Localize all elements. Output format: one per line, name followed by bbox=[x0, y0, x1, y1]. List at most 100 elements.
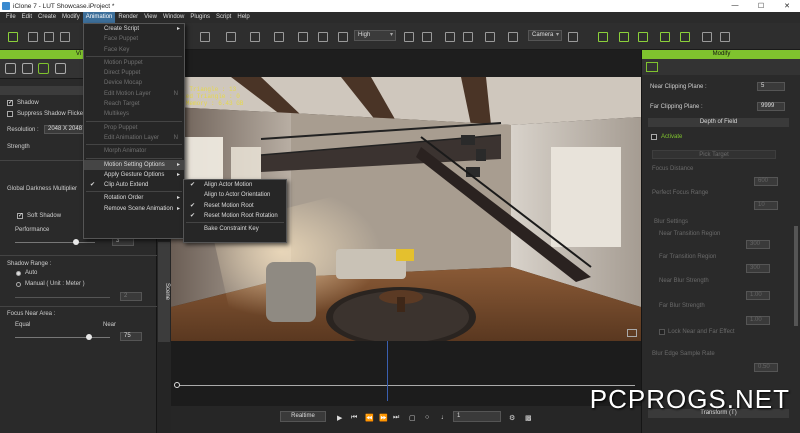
settings-gear-icon[interactable]: ⚙ bbox=[509, 414, 515, 422]
menu-item-apply-gesture-options[interactable]: Apply Gesture Options ▸ bbox=[84, 170, 184, 180]
auto-radio[interactable] bbox=[16, 271, 21, 276]
next-frame-icon[interactable]: ⏩ bbox=[379, 414, 388, 422]
focus-near-slider[interactable] bbox=[15, 337, 110, 338]
menu-plugins[interactable]: Plugins bbox=[187, 12, 213, 23]
pick-target-button[interactable]: Pick Target bbox=[652, 150, 776, 159]
menu-modify[interactable]: Modify bbox=[59, 12, 83, 23]
far-clip-input[interactable]: 9999 bbox=[757, 102, 785, 111]
gesture-icon[interactable] bbox=[638, 32, 648, 42]
manual-radio[interactable] bbox=[16, 282, 21, 287]
right-panel-scrollbar[interactable] bbox=[794, 226, 798, 326]
character-icon[interactable] bbox=[619, 32, 629, 42]
paint-icon[interactable] bbox=[250, 32, 260, 42]
menu-view[interactable]: View bbox=[141, 12, 160, 23]
near-blur-value[interactable]: 1.00 bbox=[746, 291, 770, 300]
flag-icon[interactable] bbox=[660, 32, 670, 42]
manual-range-value[interactable]: 2 bbox=[120, 292, 142, 301]
go-start-icon[interactable]: ⏮ bbox=[351, 414, 357, 422]
menu-item-align-to-actor-orientation[interactable]: Align to Actor Orientation bbox=[184, 190, 286, 200]
play-icon[interactable]: ▶ bbox=[337, 414, 342, 422]
pose-icon[interactable] bbox=[598, 32, 608, 42]
lock-camera-icon[interactable] bbox=[568, 32, 578, 42]
render-icon[interactable] bbox=[404, 32, 414, 42]
lock-effect-checkbox[interactable] bbox=[659, 329, 665, 335]
menu-render[interactable]: Render bbox=[115, 12, 141, 23]
attach-icon[interactable] bbox=[298, 32, 308, 42]
activate-checkbox[interactable] bbox=[651, 134, 657, 140]
resolution-select[interactable]: 2048 X 2048 bbox=[44, 125, 84, 134]
far-transition-value[interactable]: 300 bbox=[746, 264, 770, 273]
record-icon[interactable]: ○ bbox=[425, 414, 429, 421]
menu-item-clip-auto-extend[interactable]: ✔ Clip Auto Extend bbox=[84, 180, 184, 190]
edge-sample-value[interactable]: 0.50 bbox=[754, 363, 778, 372]
camera-select[interactable]: Camera bbox=[528, 30, 562, 41]
scene-tab[interactable]: Scene bbox=[158, 242, 170, 342]
menu-item-align-actor-motion[interactable]: ✔ Align Actor Motion bbox=[184, 180, 286, 190]
properties-icon[interactable] bbox=[646, 62, 658, 72]
lighting-icon[interactable] bbox=[22, 63, 33, 74]
save-icon[interactable] bbox=[60, 32, 70, 42]
maximize-button[interactable]: ☐ bbox=[748, 2, 774, 10]
menu-item-motion-setting-options[interactable]: Motion Setting Options ▸ bbox=[84, 159, 184, 170]
rotate-icon[interactable] bbox=[200, 32, 210, 42]
menu-help[interactable]: Help bbox=[234, 12, 252, 23]
menu-create[interactable]: Create bbox=[35, 12, 59, 23]
shadow-icon[interactable] bbox=[38, 63, 49, 74]
perfect-focus-value[interactable]: 10 bbox=[754, 201, 778, 210]
focus-near-value[interactable]: 75 bbox=[120, 332, 142, 341]
go-end-icon[interactable]: ⏭ bbox=[393, 414, 399, 422]
dof-section-header[interactable]: Depth of Field bbox=[648, 118, 789, 127]
menu-edit[interactable]: Edit bbox=[19, 12, 35, 23]
grid-view-icon[interactable] bbox=[702, 32, 712, 42]
realtime-select[interactable]: Realtime bbox=[280, 411, 326, 422]
menu-item-create-script[interactable]: Create Script ▸ bbox=[84, 24, 184, 34]
menu-script[interactable]: Script bbox=[213, 12, 234, 23]
menu-item-remove-scene-animation[interactable]: Remove Scene Animation ▸ bbox=[84, 204, 184, 214]
menu-file[interactable]: File bbox=[3, 12, 19, 23]
settings-icon[interactable] bbox=[5, 63, 16, 74]
menu-item-rotation-order[interactable]: Rotation Order ▸ bbox=[84, 193, 184, 203]
menu-window[interactable]: Window bbox=[160, 12, 187, 23]
manual-range-slider[interactable] bbox=[15, 297, 110, 298]
grid-icon[interactable] bbox=[445, 32, 455, 42]
performance-slider-knob[interactable] bbox=[73, 239, 79, 245]
performance-slider[interactable] bbox=[15, 242, 95, 243]
frame-icon[interactable] bbox=[463, 32, 473, 42]
camera-move-icon[interactable] bbox=[485, 32, 495, 42]
minimize-button[interactable]: — bbox=[722, 2, 748, 10]
effects-icon[interactable] bbox=[55, 63, 66, 74]
quality-select[interactable]: High bbox=[354, 30, 396, 41]
menu-item-bake-constraint-key[interactable]: Bake Constraint Key bbox=[184, 224, 286, 234]
soft-shadow-checkbox[interactable] bbox=[17, 212, 23, 219]
near-transition-value[interactable]: 300 bbox=[746, 240, 770, 249]
suppress-flicker-checkbox[interactable] bbox=[7, 111, 13, 117]
focus-near-slider-knob[interactable] bbox=[86, 334, 92, 340]
timeline-view-icon[interactable]: ▩ bbox=[525, 414, 532, 422]
flag-alt-icon[interactable] bbox=[680, 32, 690, 42]
frame-input[interactable]: 1 bbox=[453, 411, 501, 422]
timeline-track[interactable] bbox=[177, 385, 635, 386]
pick-icon[interactable] bbox=[318, 32, 328, 42]
menu-animation[interactable]: Animation bbox=[82, 12, 116, 23]
zoom-extents-icon[interactable] bbox=[508, 32, 518, 42]
near-clip-input[interactable]: 5 bbox=[757, 82, 785, 91]
far-blur-value[interactable]: 1.00 bbox=[746, 316, 770, 325]
loop-icon[interactable]: ▢ bbox=[409, 414, 416, 422]
timeline-area[interactable] bbox=[171, 341, 641, 406]
open-folder-icon[interactable] bbox=[44, 32, 54, 42]
menu-item-reset-motion-root[interactable]: ✔ Reset Motion Root bbox=[184, 201, 286, 211]
prev-frame-icon[interactable]: ⏪ bbox=[365, 414, 374, 422]
new-project-icon[interactable] bbox=[8, 32, 18, 42]
display-icon[interactable] bbox=[338, 32, 348, 42]
brush-icon[interactable] bbox=[720, 32, 730, 42]
shadow-checkbox[interactable] bbox=[7, 99, 13, 106]
scale-icon[interactable] bbox=[226, 32, 236, 42]
light-icon[interactable] bbox=[422, 32, 432, 42]
viewport-overlay-icon[interactable] bbox=[627, 329, 637, 337]
menu-item-reset-motion-root-rotation[interactable]: ✔ Reset Motion Root Rotation bbox=[184, 211, 286, 221]
timeline-start-knob[interactable] bbox=[174, 382, 180, 388]
focus-distance-value[interactable]: 600 bbox=[754, 177, 778, 186]
link-icon[interactable] bbox=[274, 32, 284, 42]
audio-icon[interactable]: ♩ bbox=[441, 414, 448, 421]
close-button[interactable]: ✕ bbox=[774, 2, 800, 10]
